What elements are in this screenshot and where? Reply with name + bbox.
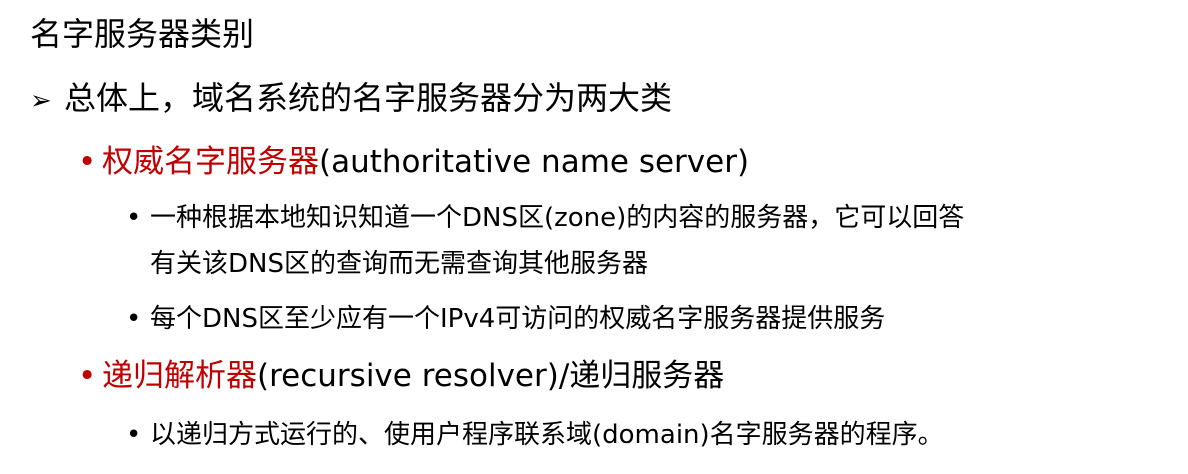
category-recursive: • 递归解析器(recursive resolver)/递归服务器: [78, 356, 724, 396]
category-term: 递归解析器: [102, 358, 257, 394]
bullet-icon: •: [126, 203, 142, 233]
bullet-icon: •: [126, 420, 142, 450]
sub-point: • 以递归方式运行的、使用户程序联系域(domain)名字服务器的程序。: [126, 414, 944, 456]
category-desc: (recursive resolver)/递归服务器: [257, 358, 725, 394]
bullet-icon: •: [78, 144, 97, 180]
sub-point: • 一种根据本地知识知道一个DNS区(zone)的内容的服务器，它可以回答: [126, 197, 964, 239]
bullet-icon: •: [126, 304, 142, 334]
slide-title: 名字服务器类别: [30, 15, 255, 53]
sub-point-text: 有关该DNS区的查询而无需查询其他服务器: [150, 249, 648, 279]
main-point: ➢ 总体上，域名系统的名字服务器分为两大类: [30, 78, 672, 121]
sub-point-text: 一种根据本地知识知道一个DNS区(zone)的内容的服务器，它可以回答: [150, 203, 965, 233]
arrow-bullet-icon: ➢: [30, 86, 52, 116]
main-point-text: 总体上，域名系统的名字服务器分为两大类: [64, 79, 673, 117]
slide: 名字服务器类别 ➢ 总体上，域名系统的名字服务器分为两大类 • 权威名字服务器(au…: [0, 0, 1188, 474]
category-term: 权威名字服务器: [102, 144, 319, 180]
sub-point-text: 以递归方式运行的、使用户程序联系域(domain)名字服务器的程序。: [150, 420, 944, 450]
sub-point-continuation: 有关该DNS区的查询而无需查询其他服务器: [126, 243, 648, 285]
category-authoritative: • 权威名字服务器(authoritative name server): [78, 142, 749, 182]
category-desc: (authoritative name server): [319, 144, 750, 180]
sub-point-text: 每个DNS区至少应有一个IPv4可访问的权威名字服务器提供服务: [150, 304, 886, 334]
sub-point: • 每个DNS区至少应有一个IPv4可访问的权威名字服务器提供服务: [126, 298, 885, 340]
bullet-icon: •: [78, 358, 97, 394]
